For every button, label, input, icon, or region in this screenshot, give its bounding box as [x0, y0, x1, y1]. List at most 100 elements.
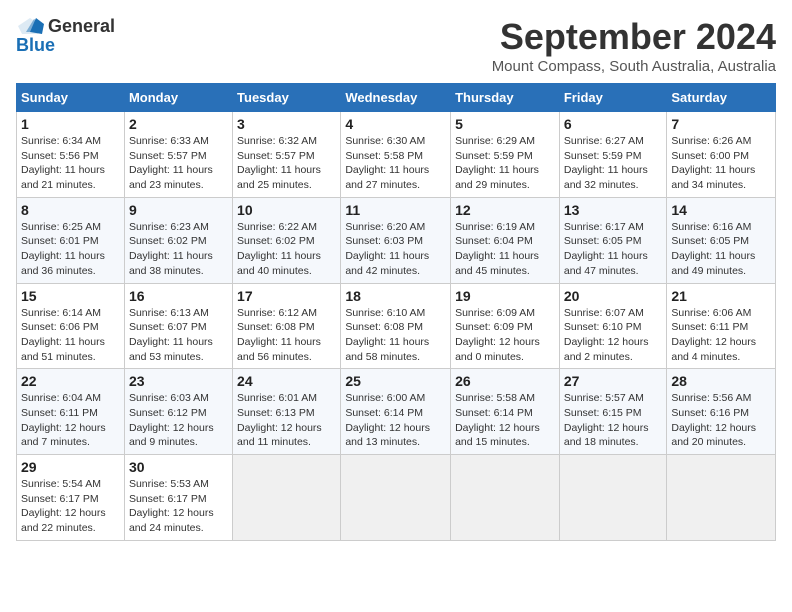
cell-details: Sunrise: 6:01 AMSunset: 6:13 PMDaylight:…: [237, 391, 336, 450]
weekday-header-monday: Monday: [124, 84, 232, 112]
calendar-cell: 16 Sunrise: 6:13 AMSunset: 6:07 PMDayligh…: [124, 283, 232, 369]
calendar-cell: 1Sunrise: 6:34 AMSunset: 5:56 PMDaylight…: [17, 112, 125, 198]
calendar-week-1: 1Sunrise: 6:34 AMSunset: 5:56 PMDaylight…: [17, 112, 776, 198]
cell-details: Sunrise: 5:54 AMSunset: 6:17 PMDaylight:…: [21, 477, 120, 536]
day-number: 21: [671, 288, 771, 304]
calendar-cell: 14 Sunrise: 6:16 AMSunset: 6:05 PMDayligh…: [667, 197, 776, 283]
day-number: 6: [564, 116, 663, 132]
calendar-cell: 9 Sunrise: 6:23 AMSunset: 6:02 PMDaylight…: [124, 197, 232, 283]
cell-details: Sunrise: 6:23 AMSunset: 6:02 PMDaylight:…: [129, 220, 228, 279]
cell-details: Sunrise: 6:25 AMSunset: 6:01 PMDaylight:…: [21, 220, 120, 279]
calendar-week-3: 15Sunrise: 6:14 AMSunset: 6:06 PMDayligh…: [17, 283, 776, 369]
calendar-cell: 19 Sunrise: 6:09 AMSunset: 6:09 PMDayligh…: [451, 283, 560, 369]
weekday-header-wednesday: Wednesday: [341, 84, 451, 112]
day-number: 14: [671, 202, 771, 218]
calendar-cell: 5 Sunrise: 6:29 AMSunset: 5:59 PMDaylight…: [451, 112, 560, 198]
cell-details: Sunrise: 6:19 AMSunset: 6:04 PMDaylight:…: [455, 220, 555, 279]
calendar-cell: [341, 455, 451, 541]
cell-details: Sunrise: 6:30 AMSunset: 5:58 PMDaylight:…: [345, 134, 446, 193]
day-number: 29: [21, 459, 120, 475]
cell-details: Sunrise: 6:22 AMSunset: 6:02 PMDaylight:…: [237, 220, 336, 279]
day-number: 2: [129, 116, 228, 132]
calendar-cell: 17 Sunrise: 6:12 AMSunset: 6:08 PMDayligh…: [233, 283, 341, 369]
weekday-header-row: SundayMondayTuesdayWednesdayThursdayFrid…: [17, 84, 776, 112]
calendar-cell: [667, 455, 776, 541]
cell-details: Sunrise: 6:33 AMSunset: 5:57 PMDaylight:…: [129, 134, 228, 193]
calendar-table: SundayMondayTuesdayWednesdayThursdayFrid…: [16, 83, 776, 541]
cell-details: Sunrise: 5:58 AMSunset: 6:14 PMDaylight:…: [455, 391, 555, 450]
calendar-cell: 7 Sunrise: 6:26 AMSunset: 6:00 PMDaylight…: [667, 112, 776, 198]
calendar-cell: [451, 455, 560, 541]
weekday-header-sunday: Sunday: [17, 84, 125, 112]
weekday-header-friday: Friday: [559, 84, 667, 112]
calendar-cell: 26 Sunrise: 5:58 AMSunset: 6:14 PMDayligh…: [451, 369, 560, 455]
day-number: 30: [129, 459, 228, 475]
calendar-cell: 2 Sunrise: 6:33 AMSunset: 5:57 PMDaylight…: [124, 112, 232, 198]
calendar-cell: 6 Sunrise: 6:27 AMSunset: 5:59 PMDaylight…: [559, 112, 667, 198]
cell-details: Sunrise: 6:09 AMSunset: 6:09 PMDaylight:…: [455, 306, 555, 365]
calendar-cell: 11Sunrise: 6:20 AMSunset: 6:03 PMDayligh…: [341, 197, 451, 283]
day-number: 20: [564, 288, 663, 304]
weekday-header-thursday: Thursday: [451, 84, 560, 112]
weekday-header-saturday: Saturday: [667, 84, 776, 112]
calendar-cell: [233, 455, 341, 541]
logo-general-text: General: [48, 17, 115, 35]
title-area: September 2024 Mount Compass, South Aust…: [492, 16, 776, 75]
day-number: 16: [129, 288, 228, 304]
day-number: 27: [564, 373, 663, 389]
calendar-cell: 24 Sunrise: 6:01 AMSunset: 6:13 PMDayligh…: [233, 369, 341, 455]
day-number: 25: [345, 373, 446, 389]
calendar-cell: 3 Sunrise: 6:32 AMSunset: 5:57 PMDaylight…: [233, 112, 341, 198]
cell-details: Sunrise: 5:53 AMSunset: 6:17 PMDaylight:…: [129, 477, 228, 536]
calendar-cell: 29 Sunrise: 5:54 AMSunset: 6:17 PMDayligh…: [17, 455, 125, 541]
calendar-cell: 10 Sunrise: 6:22 AMSunset: 6:02 PMDayligh…: [233, 197, 341, 283]
cell-details: Sunrise: 6:03 AMSunset: 6:12 PMDaylight:…: [129, 391, 228, 450]
calendar-cell: 28Sunrise: 5:56 AMSunset: 6:16 PMDayligh…: [667, 369, 776, 455]
cell-details: Sunrise: 6:29 AMSunset: 5:59 PMDaylight:…: [455, 134, 555, 193]
location-title: Mount Compass, South Australia, Australi…: [492, 58, 776, 75]
cell-details: Sunrise: 6:12 AMSunset: 6:08 PMDaylight:…: [237, 306, 336, 365]
day-number: 10: [237, 202, 336, 218]
calendar-cell: 27 Sunrise: 5:57 AMSunset: 6:15 PMDayligh…: [559, 369, 667, 455]
calendar-cell: 30 Sunrise: 5:53 AMSunset: 6:17 PMDayligh…: [124, 455, 232, 541]
cell-details: Sunrise: 6:32 AMSunset: 5:57 PMDaylight:…: [237, 134, 336, 193]
cell-details: Sunrise: 5:57 AMSunset: 6:15 PMDaylight:…: [564, 391, 663, 450]
day-number: 23: [129, 373, 228, 389]
calendar-cell: 23 Sunrise: 6:03 AMSunset: 6:12 PMDayligh…: [124, 369, 232, 455]
calendar-week-5: 29 Sunrise: 5:54 AMSunset: 6:17 PMDayligh…: [17, 455, 776, 541]
cell-details: Sunrise: 6:14 AMSunset: 6:06 PMDaylight:…: [21, 306, 120, 365]
day-number: 5: [455, 116, 555, 132]
day-number: 7: [671, 116, 771, 132]
calendar-cell: [559, 455, 667, 541]
cell-details: Sunrise: 6:16 AMSunset: 6:05 PMDaylight:…: [671, 220, 771, 279]
day-number: 26: [455, 373, 555, 389]
calendar-cell: 25 Sunrise: 6:00 AMSunset: 6:14 PMDayligh…: [341, 369, 451, 455]
day-number: 18: [345, 288, 446, 304]
cell-details: Sunrise: 6:20 AMSunset: 6:03 PMDaylight:…: [345, 220, 446, 279]
calendar-week-4: 22Sunrise: 6:04 AMSunset: 6:11 PMDayligh…: [17, 369, 776, 455]
cell-details: Sunrise: 6:27 AMSunset: 5:59 PMDaylight:…: [564, 134, 663, 193]
day-number: 13: [564, 202, 663, 218]
cell-details: Sunrise: 6:07 AMSunset: 6:10 PMDaylight:…: [564, 306, 663, 365]
day-number: 28: [671, 373, 771, 389]
logo-blue-text: Blue: [16, 36, 55, 54]
day-number: 24: [237, 373, 336, 389]
cell-details: Sunrise: 6:26 AMSunset: 6:00 PMDaylight:…: [671, 134, 771, 193]
day-number: 9: [129, 202, 228, 218]
cell-details: Sunrise: 6:06 AMSunset: 6:11 PMDaylight:…: [671, 306, 771, 365]
logo-icon: [16, 16, 44, 36]
cell-details: Sunrise: 6:17 AMSunset: 6:05 PMDaylight:…: [564, 220, 663, 279]
calendar-cell: 12 Sunrise: 6:19 AMSunset: 6:04 PMDayligh…: [451, 197, 560, 283]
calendar-cell: 18Sunrise: 6:10 AMSunset: 6:08 PMDayligh…: [341, 283, 451, 369]
day-number: 19: [455, 288, 555, 304]
day-number: 1: [21, 116, 120, 132]
cell-details: Sunrise: 6:04 AMSunset: 6:11 PMDaylight:…: [21, 391, 120, 450]
calendar-cell: 22Sunrise: 6:04 AMSunset: 6:11 PMDayligh…: [17, 369, 125, 455]
header: General Blue September 2024 Mount Compas…: [16, 16, 776, 75]
cell-details: Sunrise: 6:00 AMSunset: 6:14 PMDaylight:…: [345, 391, 446, 450]
day-number: 3: [237, 116, 336, 132]
cell-details: Sunrise: 6:13 AMSunset: 6:07 PMDaylight:…: [129, 306, 228, 365]
calendar-cell: 15Sunrise: 6:14 AMSunset: 6:06 PMDayligh…: [17, 283, 125, 369]
day-number: 17: [237, 288, 336, 304]
day-number: 12: [455, 202, 555, 218]
